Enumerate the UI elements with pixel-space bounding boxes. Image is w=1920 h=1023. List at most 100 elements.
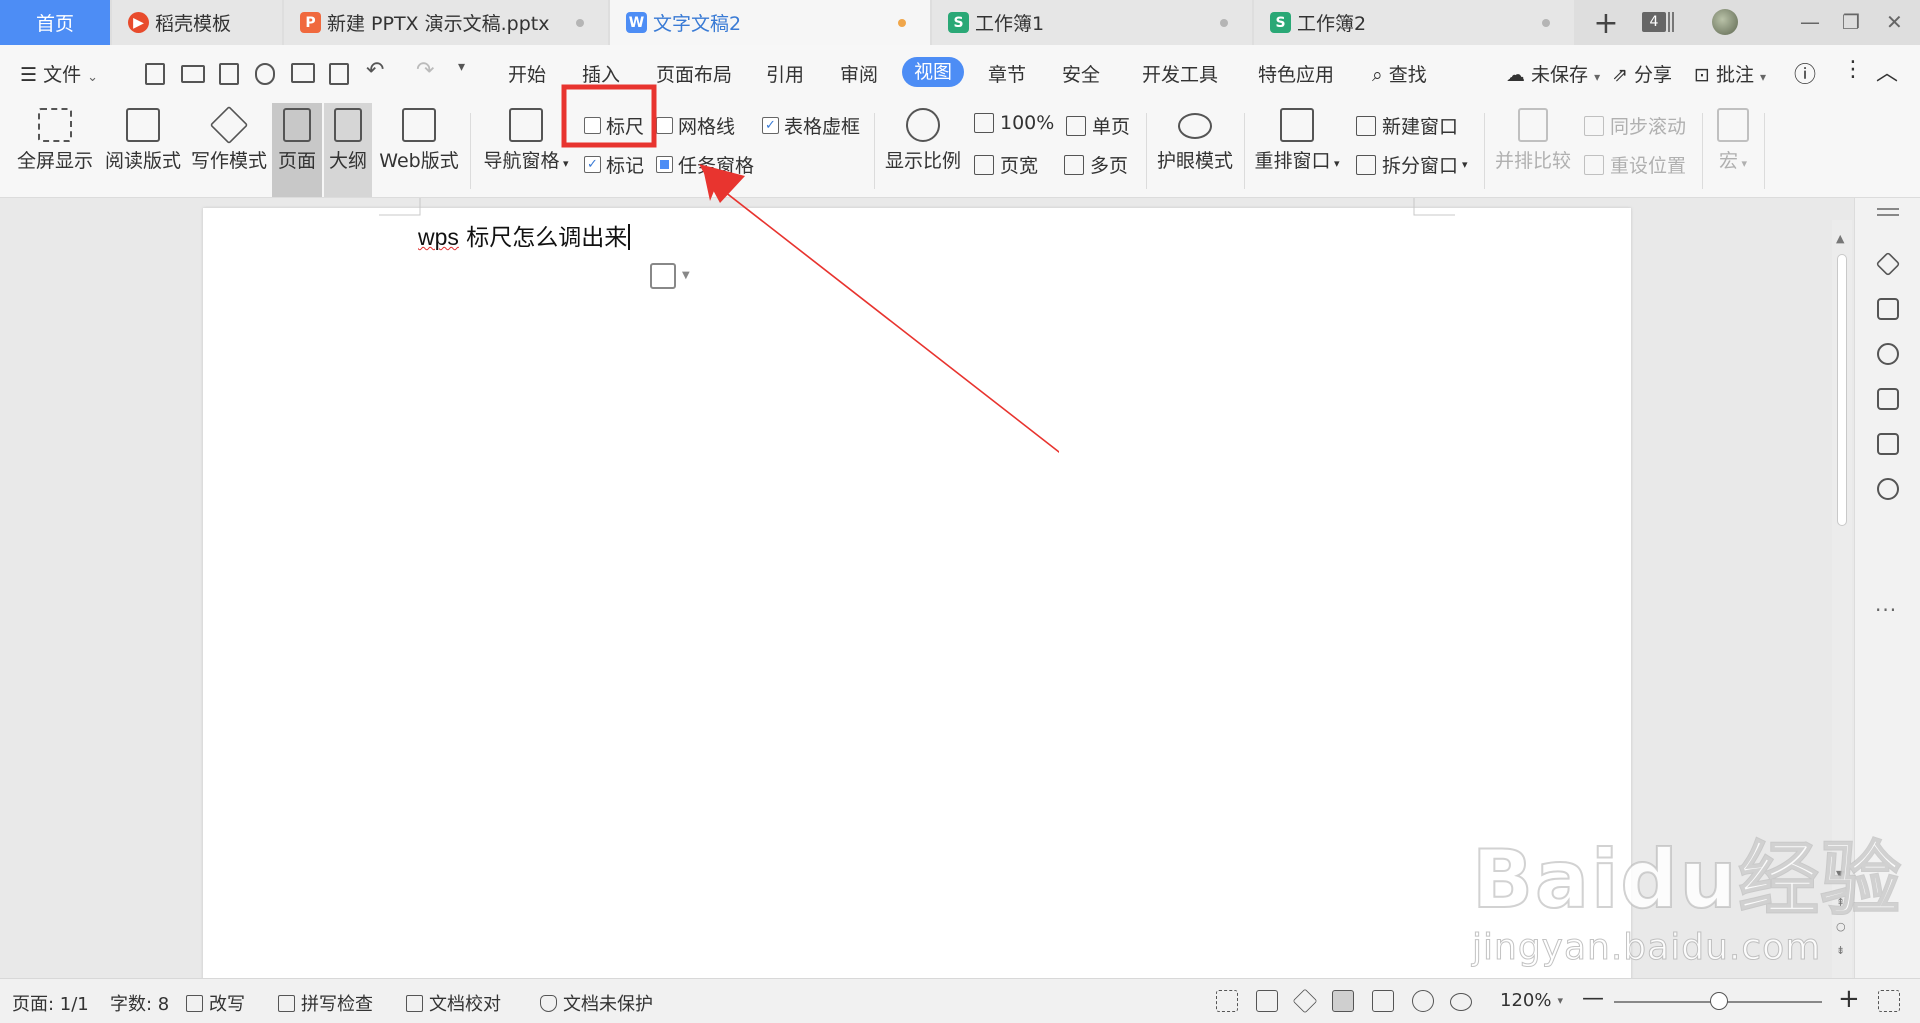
menu-page-layout[interactable]: 页面布局 <box>656 60 732 87</box>
arrange-windows-button[interactable]: 重排窗口 ▾ <box>1252 103 1342 197</box>
task-pane-checkbox[interactable]: 任务窗格 <box>656 151 754 178</box>
ruler-checkbox-box[interactable] <box>584 117 601 134</box>
ruler-checkbox[interactable]: 标尺 <box>584 112 644 139</box>
document-body-text[interactable]: wps 标尺怎么调出来 <box>418 218 631 252</box>
close-button[interactable]: ✕ <box>1886 10 1903 34</box>
single-page-button[interactable]: 单页 <box>1066 112 1130 139</box>
new-window-button[interactable]: 新建窗口 <box>1356 112 1458 139</box>
web-layout-button[interactable]: Web版式 <box>378 103 460 197</box>
tab-workbook-2[interactable]: S 工作簿2 <box>1254 0 1574 45</box>
tab-count-badge[interactable]: 4 <box>1642 12 1666 32</box>
page-view-icon[interactable] <box>1332 990 1354 1012</box>
eye-care-button[interactable]: 护眼模式 <box>1154 103 1236 197</box>
page-width-button[interactable]: 页宽 <box>974 151 1038 178</box>
pen-icon[interactable] <box>1875 251 1901 277</box>
table-gridlines-checkbox[interactable]: ✓ 表格虚框 <box>762 112 860 139</box>
format-painter-icon[interactable] <box>255 63 275 85</box>
open-folder-icon[interactable] <box>181 65 205 83</box>
new-tab-button[interactable]: + <box>1590 6 1622 41</box>
tab-close-dot[interactable] <box>1542 19 1550 27</box>
style-badge-icon[interactable] <box>1877 343 1899 365</box>
print-icon[interactable] <box>291 63 315 83</box>
page-indicator[interactable]: 页面: 1/1 <box>12 990 89 1016</box>
gridlines-checkbox-box[interactable] <box>656 117 673 134</box>
split-window-button[interactable]: 拆分窗口 ▾ <box>1356 151 1468 178</box>
next-page-icon[interactable]: ⇟ <box>1836 944 1845 957</box>
print-preview-icon[interactable] <box>329 63 349 85</box>
misspelled-word[interactable]: wps <box>418 224 459 250</box>
menu-view[interactable]: 视图 <box>902 57 964 87</box>
macro-button[interactable]: 宏 ▾ <box>1710 103 1756 197</box>
tab-workbook-1[interactable]: S 工作簿1 <box>932 0 1252 45</box>
tab-pptx[interactable]: P 新建 PPTX 演示文稿.pptx <box>284 0 608 45</box>
fullscreen-icon[interactable] <box>1216 990 1238 1012</box>
zoom-out-button[interactable]: — <box>1582 986 1604 1011</box>
marks-checkbox[interactable]: ✓ 标记 <box>584 151 644 178</box>
web-view-icon[interactable] <box>1412 990 1434 1012</box>
zoom-in-button[interactable]: + <box>1838 984 1860 1014</box>
more-vertical-icon[interactable]: ⋮ <box>1842 57 1864 82</box>
proofread-button[interactable]: 文档校对 <box>406 990 501 1016</box>
tab-close-dot[interactable] <box>576 19 584 27</box>
minimize-button[interactable]: — <box>1800 10 1820 34</box>
navigation-pane-button[interactable]: 导航窗格 ▾ <box>480 103 572 197</box>
page-view-button[interactable]: 页面 <box>272 103 322 197</box>
zoom-level-dropdown[interactable]: 120% ▾ <box>1500 990 1563 1011</box>
menu-review[interactable]: 审阅 <box>840 60 878 87</box>
eye-care-icon[interactable] <box>1450 993 1472 1011</box>
document-protection-button[interactable]: 文档未保护 <box>540 990 653 1016</box>
help-icon[interactable]: ⓘ <box>1794 57 1816 89</box>
task-pane-checkbox-box[interactable] <box>656 156 673 173</box>
tab-close-dot[interactable] <box>1220 19 1228 27</box>
marks-checkbox-box[interactable]: ✓ <box>584 156 601 173</box>
tab-document-2[interactable]: W 文字文稿2 <box>610 0 930 45</box>
new-document-icon[interactable] <box>145 63 165 85</box>
file-menu[interactable]: ☰ 文件 ⌄ <box>20 60 98 87</box>
outline-view-button[interactable]: 大纲 <box>324 103 372 197</box>
caret-down-icon[interactable]: ▼ <box>682 270 690 281</box>
help-circle-icon[interactable] <box>1877 478 1899 500</box>
scrollbar-thumb[interactable] <box>1837 254 1847 526</box>
writing-mode-button[interactable]: 写作模式 <box>188 103 270 197</box>
undo-icon[interactable]: ↶ <box>366 58 384 83</box>
table-gridlines-checkbox-box[interactable]: ✓ <box>762 117 779 134</box>
zoom-100-button[interactable]: 100% <box>974 112 1054 134</box>
reading-mode-button[interactable]: 阅读版式 <box>102 103 184 197</box>
menu-developer-tools[interactable]: 开发工具 <box>1142 60 1218 87</box>
outline-view-icon[interactable] <box>1372 990 1394 1012</box>
menu-insert[interactable]: 插入 <box>582 60 620 87</box>
menu-security[interactable]: 安全 <box>1062 60 1100 87</box>
more-horizontal-icon[interactable]: ··· <box>1875 598 1897 622</box>
sync-scroll-button[interactable]: 同步滚动 <box>1584 112 1686 139</box>
spellcheck-button[interactable]: 拼写检查 <box>278 990 373 1016</box>
reading-view-icon[interactable] <box>1256 990 1278 1012</box>
overtype-toggle[interactable]: 改写 <box>186 990 245 1016</box>
menu-special-apps[interactable]: 特色应用 <box>1258 60 1334 87</box>
tab-home[interactable]: 首页 <box>0 0 110 45</box>
annotate-button[interactable]: ⊡ 批注 ▾ <box>1694 60 1766 87</box>
tab-docer-templates[interactable]: ▶ 稻壳模板 <box>112 0 282 45</box>
tab-unsaved-dot[interactable] <box>898 19 906 27</box>
document-page[interactable]: wps 标尺怎么调出来 ▼ <box>203 198 1631 978</box>
reset-position-button[interactable]: 重设位置 <box>1584 151 1686 178</box>
share-button[interactable]: ⇗ 分享 <box>1612 60 1672 87</box>
unsaved-button[interactable]: ☁ 未保存 ▾ <box>1506 60 1600 87</box>
writing-view-icon[interactable] <box>1292 988 1318 1014</box>
gridlines-checkbox[interactable]: 网格线 <box>656 112 735 139</box>
fullscreen-button[interactable]: 全屏显示 <box>14 103 96 197</box>
share-export-icon[interactable] <box>1877 433 1899 455</box>
menu-start[interactable]: 开始 <box>508 60 546 87</box>
select-pointer-icon[interactable] <box>1877 298 1899 320</box>
multi-page-button[interactable]: 多页 <box>1064 151 1128 178</box>
word-count[interactable]: 字数: 8 <box>110 990 169 1016</box>
paste-options-icon[interactable] <box>650 263 676 289</box>
side-by-side-button[interactable]: 并排比较 <box>1494 103 1572 197</box>
zoom-slider-thumb[interactable] <box>1710 992 1728 1010</box>
redo-icon[interactable]: ↷ <box>416 58 434 83</box>
adjust-sliders-icon[interactable] <box>1877 388 1899 410</box>
zoom-button[interactable]: 显示比例 <box>882 103 964 197</box>
menu-reference[interactable]: 引用 <box>766 60 804 87</box>
restore-button[interactable]: ❐ <box>1842 10 1860 34</box>
fit-window-icon[interactable] <box>1878 990 1900 1012</box>
menu-chapter[interactable]: 章节 <box>988 60 1026 87</box>
